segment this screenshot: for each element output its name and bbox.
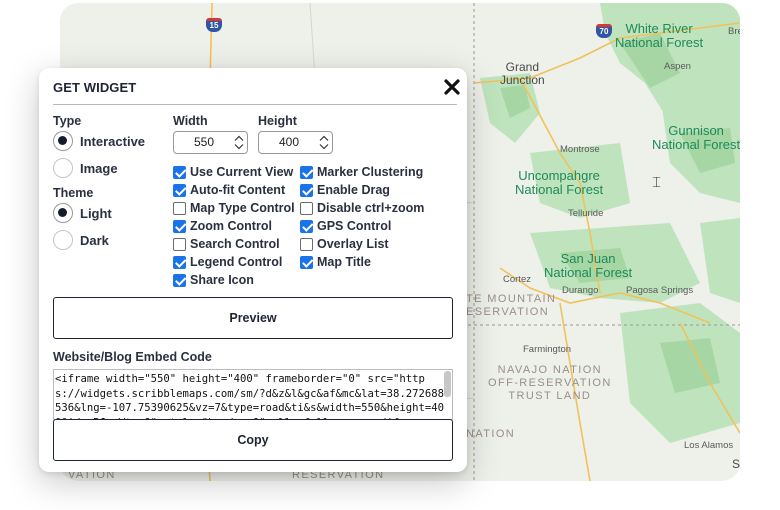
map-label-durango: Durango (562, 285, 599, 296)
option-label: Legend Control (190, 255, 283, 269)
map-label-navajo-nation: NAVAJO NATION OFF-RESERVATION TRUST LAND (488, 364, 612, 402)
option-label: Disable ctrl+zoom (317, 201, 425, 215)
option-auto-fit-content[interactable]: Auto-fit Content (173, 182, 285, 198)
height-input[interactable]: 400 (258, 131, 333, 154)
option-label: Search Control (190, 237, 280, 251)
interstate-15-shield: 15 (206, 18, 222, 32)
height-label: Height (258, 114, 297, 128)
map-label-ute-mountain: TE MOUNTAIN ESERVATION (466, 293, 557, 318)
dialog-title: GET WIDGET (53, 80, 137, 95)
checkbox-use-current-view[interactable] (173, 165, 186, 179)
option-use-current-view[interactable]: Use Current View (173, 164, 293, 180)
embed-code-text: <iframe width="550" height="400" framebo… (55, 373, 445, 419)
map-label-montrose: Montrose (560, 144, 600, 155)
checkbox-map-title[interactable] (300, 255, 313, 269)
map-label-los-alamos: Los Alamos (684, 440, 734, 451)
theme-option-label: Light (80, 205, 112, 221)
embed-code-scrollbar[interactable] (444, 371, 451, 397)
height-value: 400 (279, 135, 300, 149)
type-option-label: Interactive (80, 133, 146, 149)
checkbox-gps-control[interactable] (300, 219, 313, 233)
map-label-nation: NATION (466, 428, 516, 440)
option-label: GPS Control (317, 219, 392, 233)
map-label-gunnison: Gunnison National Forest (652, 123, 740, 152)
width-label: Width (173, 114, 208, 128)
type-option-interactive[interactable]: Interactive (53, 130, 145, 152)
copy-button[interactable]: Copy (53, 419, 453, 461)
theme-label: Theme (53, 186, 94, 200)
radio-light[interactable] (53, 203, 73, 223)
option-marker-clustering[interactable]: Marker Clustering (300, 164, 423, 180)
map-label-s-edge: S (732, 457, 740, 471)
theme-option-light[interactable]: Light (53, 202, 112, 224)
preview-button[interactable]: Preview (53, 297, 453, 339)
map-label-san-juan: San Juan National Forest (544, 251, 633, 280)
width-value: 550 (194, 135, 215, 149)
embed-code-label: Website/Blog Embed Code (53, 350, 212, 364)
option-search-control[interactable]: Search Control (173, 236, 280, 252)
option-label: Use Current View (190, 165, 294, 179)
map-label-breck: Breck (728, 26, 740, 37)
checkbox-enable-drag[interactable] (300, 183, 313, 197)
map-label-uncompahgre: Uncompahgre National Forest (515, 168, 604, 197)
map-label-pagosa-springs: Pagosa Springs (626, 285, 694, 296)
option-gps-control[interactable]: GPS Control (300, 218, 391, 234)
title-divider (53, 104, 457, 105)
theme-option-label: Dark (80, 232, 109, 248)
option-label: Enable Drag (317, 183, 390, 197)
checkbox-search-control[interactable] (173, 237, 186, 251)
option-legend-control[interactable]: Legend Control (173, 254, 282, 270)
map-label-telluride: Telluride (568, 208, 604, 219)
option-zoom-control[interactable]: Zoom Control (173, 218, 272, 234)
checkbox-share-icon[interactable] (173, 273, 186, 287)
option-label: Overlay List (317, 237, 389, 251)
type-option-image[interactable]: Image (53, 157, 118, 179)
width-stepper[interactable] (233, 134, 245, 151)
option-overlay-list[interactable]: Overlay List (300, 236, 389, 252)
checkbox-zoom-control[interactable] (173, 219, 186, 233)
checkbox-auto-fit-content[interactable] (173, 183, 186, 197)
close-icon[interactable] (441, 76, 463, 98)
radio-interactive[interactable] (53, 131, 73, 151)
option-label: Auto-fit Content (190, 183, 286, 197)
option-enable-drag[interactable]: Enable Drag (300, 182, 390, 198)
embed-code-textarea[interactable]: <iframe width="550" height="400" framebo… (53, 369, 453, 420)
interstate-70-shield: 70 (596, 24, 612, 38)
map-label-cortez: Cortez (503, 274, 531, 285)
option-label: Marker Clustering (317, 165, 424, 179)
option-map-title[interactable]: Map Title (300, 254, 371, 270)
radio-image[interactable] (53, 158, 73, 178)
checkbox-disable-ctrl-zoom[interactable] (300, 201, 313, 215)
height-stepper[interactable] (318, 134, 330, 151)
option-disable-ctrl-zoom[interactable]: Disable ctrl+zoom (300, 200, 424, 216)
text-cursor-icon: ⌶ (652, 174, 662, 191)
checkbox-overlay-list[interactable] (300, 237, 313, 251)
radio-dark[interactable] (53, 230, 73, 250)
get-widget-dialog: GET WIDGET Type Interactive Image Theme … (39, 68, 467, 472)
type-label: Type (53, 114, 82, 128)
checkbox-legend-control[interactable] (173, 255, 186, 269)
map-label-grand-junction: Grand Junction (500, 60, 545, 87)
map-label-farmington: Farmington (523, 344, 572, 355)
type-option-label: Image (80, 160, 118, 176)
option-label: Share Icon (190, 273, 254, 287)
option-share-icon[interactable]: Share Icon (173, 272, 254, 288)
theme-option-dark[interactable]: Dark (53, 229, 109, 251)
option-label: Zoom Control (190, 219, 272, 233)
map-label-white-river: White River National Forest (615, 21, 704, 50)
option-label: Map Title (317, 255, 371, 269)
option-map-type-control[interactable]: Map Type Control (173, 200, 295, 216)
option-label: Map Type Control (190, 201, 295, 215)
width-input[interactable]: 550 (173, 131, 248, 154)
checkbox-marker-clustering[interactable] (300, 165, 313, 179)
checkbox-map-type-control[interactable] (173, 201, 186, 215)
map-label-aspen: Aspen (664, 61, 691, 72)
